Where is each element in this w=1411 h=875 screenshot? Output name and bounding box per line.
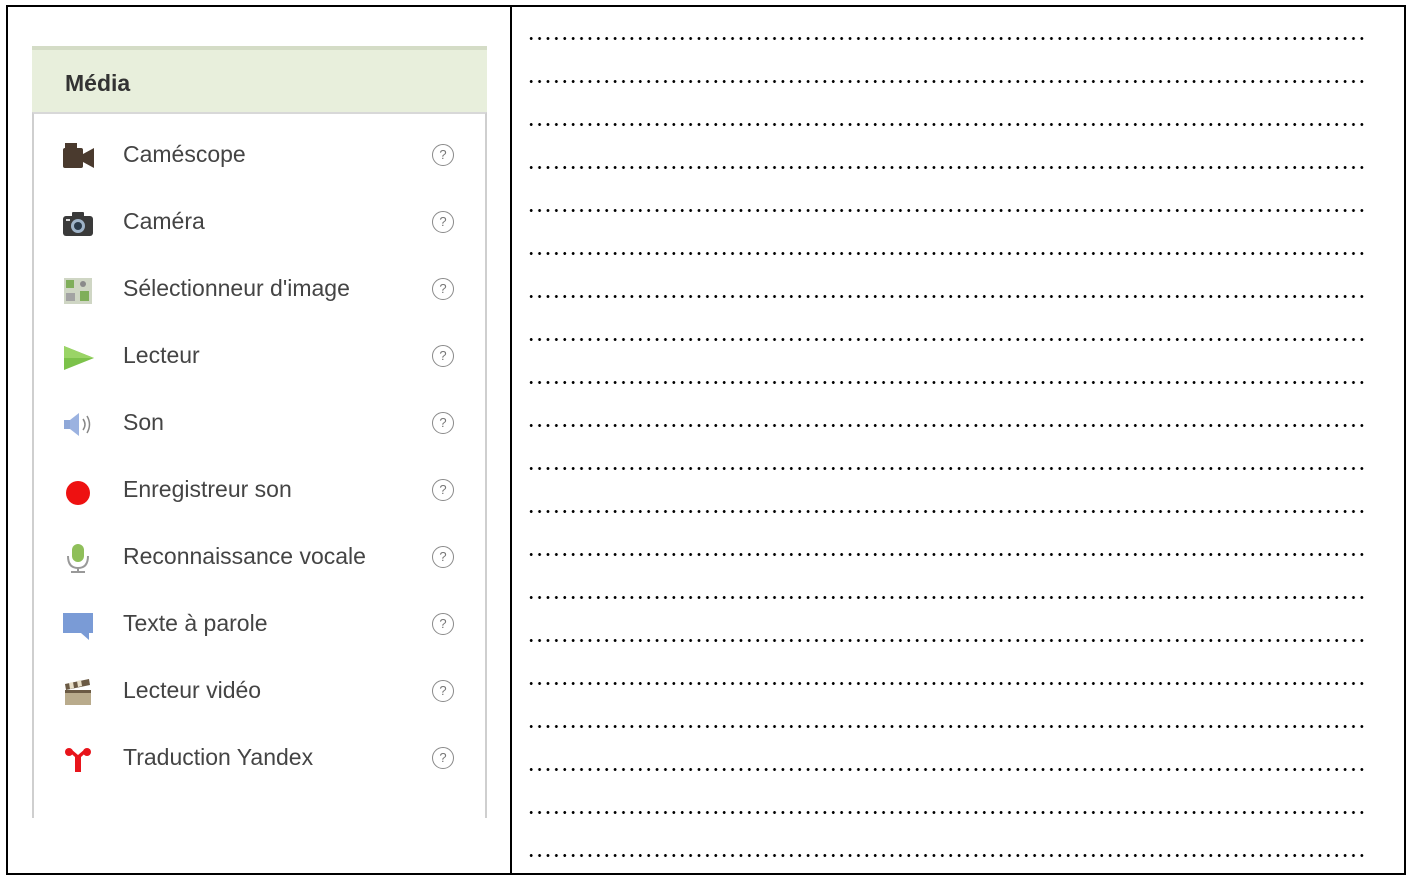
help-icon[interactable]: ? <box>432 546 454 568</box>
answer-line <box>527 37 1365 40</box>
answer-line <box>527 510 1365 513</box>
image-picker-icon <box>61 274 95 306</box>
item-label: Caméra <box>123 208 205 234</box>
answer-line <box>527 854 1365 857</box>
answer-line <box>527 80 1365 83</box>
palette-item-speech-recognition[interactable]: Reconnaissance vocale ? <box>34 528 485 588</box>
palette-item-camcorder[interactable]: Caméscope ? <box>34 126 485 186</box>
clapperboard-icon <box>61 676 95 708</box>
palette-item-camera[interactable]: Caméra ? <box>34 193 485 253</box>
camcorder-icon <box>61 140 95 172</box>
palette-item-sound[interactable]: Son ? <box>34 394 485 454</box>
palette-body: Caméscope ? Caméra ? Sélectionneur d'ima… <box>32 112 487 818</box>
item-label: Son <box>123 409 164 435</box>
play-icon <box>61 341 95 373</box>
palette-item-video-player[interactable]: Lecteur vidéo ? <box>34 662 485 722</box>
item-label: Enregistreur son <box>123 476 292 502</box>
answer-line <box>527 123 1365 126</box>
record-icon <box>61 475 95 507</box>
answer-line <box>527 166 1365 169</box>
answer-line <box>527 553 1365 556</box>
help-icon[interactable]: ? <box>432 680 454 702</box>
answer-line <box>527 639 1365 642</box>
palette-item-image-picker[interactable]: Sélectionneur d'image ? <box>34 260 485 320</box>
answer-line <box>527 424 1365 427</box>
item-label: Lecteur <box>123 342 200 368</box>
item-label: Caméscope <box>123 141 246 167</box>
help-icon[interactable]: ? <box>432 278 454 300</box>
answer-line <box>527 252 1365 255</box>
help-icon[interactable]: ? <box>432 613 454 635</box>
answer-line <box>527 811 1365 814</box>
yandex-icon <box>61 743 95 775</box>
column-divider <box>510 5 512 875</box>
camera-icon <box>61 207 95 239</box>
media-palette: Média Caméscope ? Caméra ? Sélectionneur… <box>32 46 487 818</box>
help-icon[interactable]: ? <box>432 211 454 233</box>
answer-line <box>527 381 1365 384</box>
answer-line <box>527 682 1365 685</box>
palette-title: Média <box>65 70 131 96</box>
microphone-icon <box>61 542 95 574</box>
palette-item-yandex-translate[interactable]: Traduction Yandex ? <box>34 729 485 789</box>
answer-line <box>527 295 1365 298</box>
answer-lines <box>527 0 1367 862</box>
item-label: Sélectionneur d'image <box>123 275 350 301</box>
answer-line <box>527 338 1365 341</box>
answer-line <box>527 467 1365 470</box>
help-icon[interactable]: ? <box>432 747 454 769</box>
speaker-icon <box>61 408 95 440</box>
answer-line <box>527 768 1365 771</box>
palette-item-sound-recorder[interactable]: Enregistreur son ? <box>34 461 485 521</box>
palette-header[interactable]: Média <box>32 46 487 112</box>
item-label: Lecteur vidéo <box>123 677 262 703</box>
answer-line <box>527 596 1365 599</box>
speech-bubble-icon <box>61 609 95 641</box>
item-label: Reconnaissance vocale <box>123 543 366 569</box>
help-icon[interactable]: ? <box>432 479 454 501</box>
help-icon[interactable]: ? <box>432 412 454 434</box>
help-icon[interactable]: ? <box>432 144 454 166</box>
answer-line <box>527 725 1365 728</box>
palette-item-text-to-speech[interactable]: Texte à parole ? <box>34 595 485 655</box>
item-label: Texte à parole <box>123 610 268 636</box>
help-icon[interactable]: ? <box>432 345 454 367</box>
palette-item-player[interactable]: Lecteur ? <box>34 327 485 387</box>
answer-line <box>527 209 1365 212</box>
item-label: Traduction Yandex <box>123 744 314 770</box>
